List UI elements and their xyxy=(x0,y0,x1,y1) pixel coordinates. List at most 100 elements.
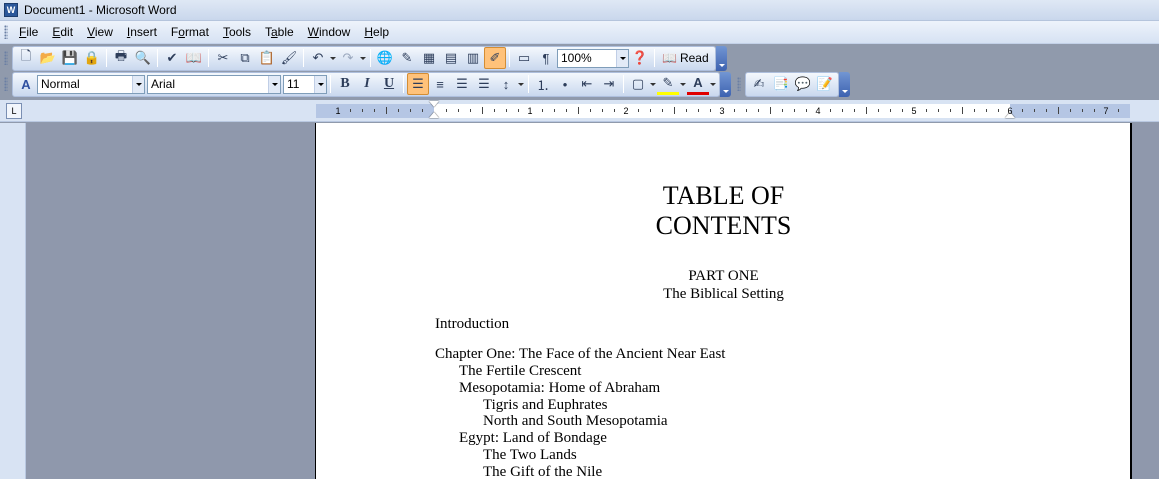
print-icon[interactable]: 🖶 xyxy=(110,47,132,69)
paste-icon[interactable]: 📋 xyxy=(256,47,278,69)
redo-dropdown-icon[interactable] xyxy=(359,47,367,69)
new-document-icon[interactable]: 🗋 xyxy=(15,47,37,69)
ruler-tick xyxy=(374,109,375,112)
insert-excel-icon[interactable]: ▤ xyxy=(440,47,462,69)
ruler-tick xyxy=(386,107,387,114)
align-left-icon[interactable]: ☰ xyxy=(407,73,429,95)
menu-help[interactable]: Help xyxy=(357,22,396,42)
save-icon[interactable]: 💾 xyxy=(59,47,81,69)
toolbar-options-icon[interactable] xyxy=(839,71,850,97)
read-button[interactable]: 📖 Read xyxy=(658,47,713,69)
menu-window[interactable]: Window xyxy=(301,22,358,42)
increase-indent-icon[interactable]: ⇥ xyxy=(598,73,620,95)
menu-table[interactable]: Table xyxy=(258,22,301,42)
ruler-tick xyxy=(506,109,507,112)
horizontal-ruler[interactable]: 1 1 2 3 4 5 6 7 xyxy=(316,101,1130,118)
ruler-tick xyxy=(518,109,519,112)
first-line-indent-icon[interactable] xyxy=(429,101,439,107)
font-dropdown-icon[interactable] xyxy=(268,75,280,93)
tables-borders-icon[interactable]: ✎ xyxy=(396,47,418,69)
bold-button[interactable]: B xyxy=(334,73,356,95)
bullets-icon[interactable]: • xyxy=(554,73,576,95)
line-spacing-dropdown-icon[interactable] xyxy=(517,73,525,95)
comment-icon[interactable]: 💬 xyxy=(792,73,814,95)
decrease-indent-icon[interactable]: ⇤ xyxy=(576,73,598,95)
ruler-tick xyxy=(1070,109,1071,112)
show-hide-icon[interactable]: ¶ xyxy=(535,47,557,69)
highlight-dropdown-icon[interactable] xyxy=(679,73,687,95)
ruler-tick xyxy=(902,109,903,112)
hanging-indent-icon[interactable] xyxy=(429,112,439,118)
numbering-icon[interactable]: ⒈ xyxy=(532,73,554,95)
format-painter-icon[interactable]: 🖌 xyxy=(278,47,300,69)
style-select[interactable]: Normal xyxy=(37,74,145,94)
menu-grip-icon[interactable] xyxy=(4,25,8,39)
ruler-number: 5 xyxy=(911,106,917,116)
toolbar-options-icon[interactable] xyxy=(720,71,731,97)
ruler-tick xyxy=(554,109,555,112)
style-dropdown-icon[interactable] xyxy=(132,75,144,93)
font-select[interactable]: Arial xyxy=(147,74,281,94)
styles-icon[interactable]: A xyxy=(15,73,37,95)
underline-button[interactable]: U xyxy=(378,73,400,95)
ruler-tick xyxy=(962,107,963,114)
align-right-icon[interactable]: ☰ xyxy=(451,73,473,95)
font-color-dropdown-icon[interactable] xyxy=(709,73,717,95)
ruler-tick xyxy=(542,109,543,112)
font-color-icon[interactable]: A xyxy=(687,73,709,95)
insert-table-icon[interactable]: ▦ xyxy=(418,47,440,69)
toolbar-grip-icon[interactable] xyxy=(4,77,8,91)
menu-tools[interactable]: Tools xyxy=(216,22,258,42)
document-map-icon[interactable]: ▭ xyxy=(513,47,535,69)
toolbar-grip-icon[interactable] xyxy=(737,77,741,91)
vertical-ruler[interactable] xyxy=(0,123,26,479)
standard-toolbar: 🗋 📂 💾 🔒 🖶 🔍 ✔ 📖 ✂ ⧉ 📋 🖌 ↶ ↷ 🌐 ✎ ▦ ▤ ▥ ✐ … xyxy=(0,45,727,71)
document-page[interactable]: TABLE OF CONTENTS PART ONE The Biblical … xyxy=(315,123,1132,479)
cut-icon[interactable]: ✂ xyxy=(212,47,234,69)
line-spacing-icon[interactable]: ↕ xyxy=(495,73,517,95)
edit-icon[interactable]: 📝 xyxy=(814,73,836,95)
undo-icon[interactable]: ↶ xyxy=(307,47,329,69)
justify-icon[interactable]: ☰ xyxy=(473,73,495,95)
toc-entry: Chapter One: The Face of the Ancient Nea… xyxy=(435,346,726,362)
italic-button[interactable]: I xyxy=(356,73,378,95)
zoom-dropdown-icon[interactable] xyxy=(616,49,628,67)
document-area: TABLE OF CONTENTS PART ONE The Biblical … xyxy=(0,123,1159,479)
columns-icon[interactable]: ▥ xyxy=(462,47,484,69)
ruler-tick xyxy=(566,109,567,112)
redo-icon[interactable]: ↷ xyxy=(337,47,359,69)
toc-entry: Introduction xyxy=(435,316,510,332)
borders-dropdown-icon[interactable] xyxy=(649,73,657,95)
tab-selector-icon[interactable]: L xyxy=(6,103,22,119)
word-app-icon[interactable]: W xyxy=(4,3,18,17)
spelling-icon[interactable]: ✔ xyxy=(161,47,183,69)
research-icon[interactable]: 📖 xyxy=(183,47,205,69)
ruler-number: 3 xyxy=(719,106,725,116)
toolbar-options-icon[interactable] xyxy=(715,45,727,71)
font-size-dropdown-icon[interactable] xyxy=(314,75,326,93)
menu-file[interactable]: File xyxy=(12,22,45,42)
toolbar-grip-icon[interactable] xyxy=(4,51,8,65)
copy-icon[interactable]: ⧉ xyxy=(234,47,256,69)
toc-entry: The Fertile Crescent xyxy=(459,363,582,379)
font-size-select[interactable]: 11 xyxy=(283,74,327,94)
zoom-select[interactable]: 100% xyxy=(557,48,629,68)
reviewing-pane-icon[interactable]: 📑 xyxy=(770,73,792,95)
permission-icon[interactable]: 🔒 xyxy=(81,47,103,69)
ruler-tick xyxy=(1046,109,1047,112)
ruler-tick xyxy=(986,109,987,112)
menu-format[interactable]: Format xyxy=(164,22,216,42)
highlight-icon[interactable]: ✎ xyxy=(657,73,679,95)
track-changes-icon[interactable]: ✍ xyxy=(748,73,770,95)
print-preview-icon[interactable]: 🔍 xyxy=(132,47,154,69)
drawing-icon[interactable]: ✐ xyxy=(484,47,506,69)
open-icon[interactable]: 📂 xyxy=(37,47,59,69)
undo-dropdown-icon[interactable] xyxy=(329,47,337,69)
menu-view[interactable]: View xyxy=(80,22,120,42)
help-icon[interactable]: ❓ xyxy=(629,47,651,69)
menu-edit[interactable]: Edit xyxy=(45,22,80,42)
hyperlink-icon[interactable]: 🌐 xyxy=(374,47,396,69)
menu-insert[interactable]: Insert xyxy=(120,22,164,42)
align-center-icon[interactable]: ≡ xyxy=(429,73,451,95)
borders-icon[interactable]: ▢ xyxy=(627,73,649,95)
